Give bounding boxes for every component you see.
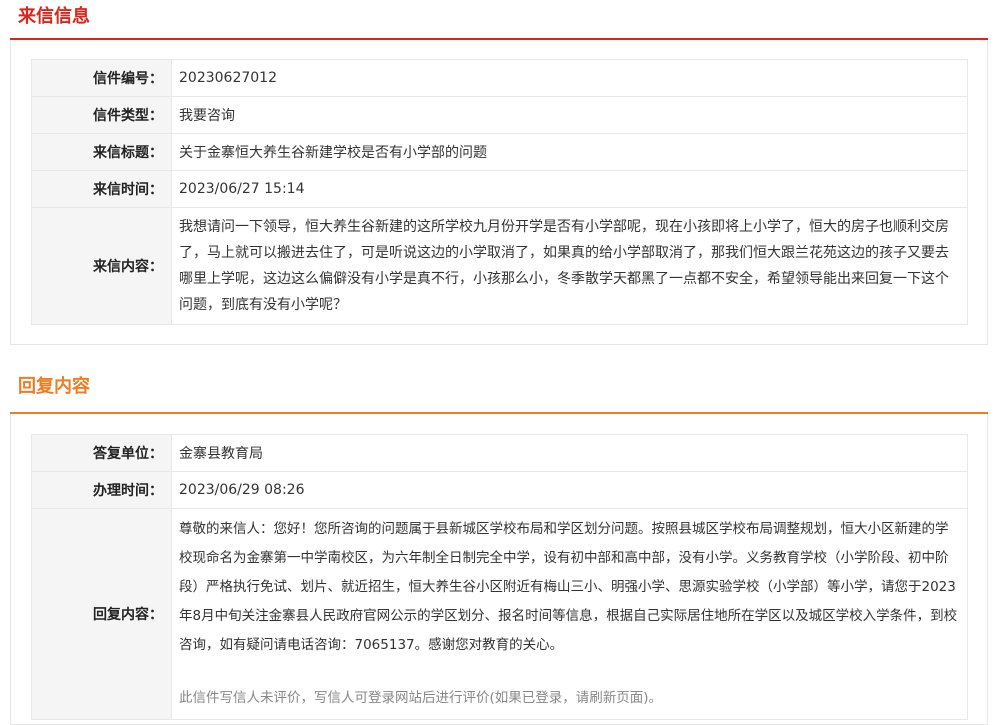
reply-info-table: 答复单位： 金寨县教育局 办理时间： 2023/06/29 08:26 回复内容… (31, 434, 968, 720)
reply-info-box: 答复单位： 金寨县教育局 办理时间： 2023/06/29 08:26 回复内容… (10, 414, 988, 725)
letter-number-label: 信件编号： (31, 59, 172, 97)
reply-section-title: 回复内容 (18, 376, 90, 397)
letter-number-value: 20230627012 (171, 59, 968, 97)
reply-section-header: 回复内容 (0, 370, 994, 414)
letter-section-title: 来信信息 (18, 6, 90, 27)
letter-content-label: 来信内容： (31, 207, 172, 325)
letter-time-value: 2023/06/27 15:14 (171, 170, 968, 208)
table-row: 办理时间： 2023/06/29 08:26 (31, 471, 968, 509)
table-row: 来信标题： 关于金寨恒大养生谷新建学校是否有小学部的问题 (31, 133, 968, 171)
letter-type-label: 信件类型： (31, 96, 172, 134)
reply-unit-label: 答复单位： (31, 434, 172, 472)
reply-unit-value: 金寨县教育局 (171, 434, 968, 472)
table-row: 来信时间： 2023/06/27 15:14 (31, 170, 968, 208)
table-row: 来信内容： 我想请问一下领导，恒大养生谷新建的这所学校九月份开学是否有小学部呢，… (31, 207, 968, 325)
table-row: 信件类型： 我要咨询 (31, 96, 968, 134)
table-row: 回复内容： 尊敬的来信人：您好！您所咨询的问题属于县新城区学校布局和学区划分问题… (31, 508, 968, 720)
letter-content-value: 我想请问一下领导，恒大养生谷新建的这所学校九月份开学是否有小学部呢，现在小孩即将… (171, 207, 968, 325)
letter-time-label: 来信时间： (31, 170, 172, 208)
reply-content-label: 回复内容： (31, 508, 172, 720)
table-row: 答复单位： 金寨县教育局 (31, 434, 968, 472)
table-row: 信件编号： 20230627012 (31, 59, 968, 97)
letter-info-box: 信件编号： 20230627012 信件类型： 我要咨询 来信标题： 关于金寨恒… (10, 40, 988, 345)
letter-section-header: 来信信息 (0, 0, 994, 40)
evaluation-note: 此信件写信人未评价，写信人可登录网站后进行评价(如果已登录，请刷新页面)。 (179, 690, 663, 706)
handle-time-label: 办理时间： (31, 471, 172, 509)
letter-info-table: 信件编号： 20230627012 信件类型： 我要咨询 来信标题： 关于金寨恒… (31, 59, 968, 325)
letter-title-value: 关于金寨恒大养生谷新建学校是否有小学部的问题 (171, 133, 968, 171)
letter-type-value: 我要咨询 (171, 96, 968, 134)
letter-title-label: 来信标题： (31, 133, 172, 171)
reply-content-cell: 尊敬的来信人：您好！您所咨询的问题属于县新城区学校布局和学区划分问题。按照县城区… (171, 508, 968, 720)
handle-time-value: 2023/06/29 08:26 (171, 471, 968, 509)
reply-content-value: 尊敬的来信人：您好！您所咨询的问题属于县新城区学校布局和学区划分问题。按照县城区… (179, 521, 958, 653)
